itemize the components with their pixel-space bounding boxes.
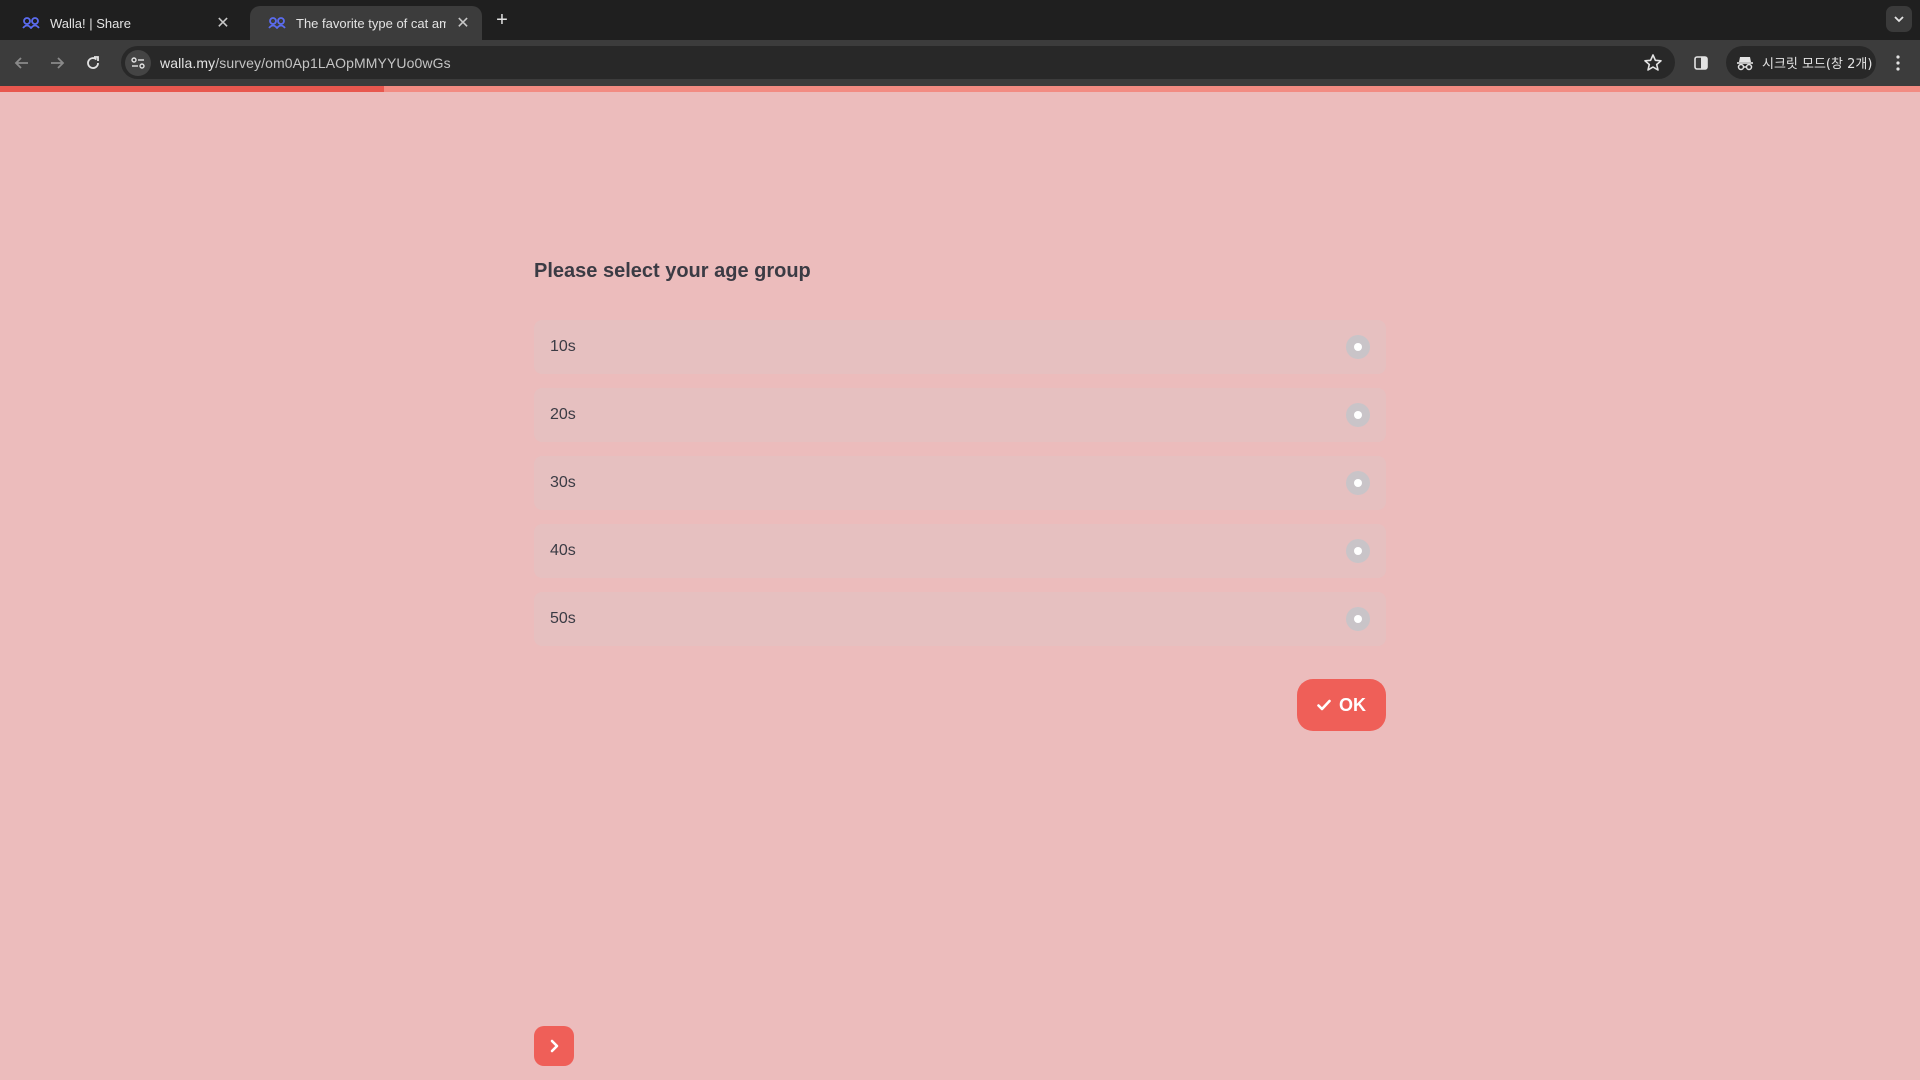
option-10s[interactable]: 10s (534, 320, 1386, 374)
option-40s[interactable]: 40s (534, 524, 1386, 578)
browser-toolbar: walla.my/survey/om0Ap1LAOpMMYYUo0wGs 시크릿… (0, 40, 1920, 86)
survey-progress-bar (0, 86, 1920, 92)
side-panel-icon[interactable] (1689, 51, 1713, 75)
bookmark-star-icon[interactable] (1643, 53, 1663, 73)
check-icon (1317, 699, 1331, 711)
url-path: /survey/om0Ap1LAOpMMYYUo0wGs (215, 54, 451, 71)
tab-walla-share[interactable]: Walla! | Share ✕ (4, 6, 242, 40)
walla-logo-icon (22, 16, 40, 30)
ok-label: OK (1339, 694, 1366, 715)
tab-title: The favorite type of cat amon (296, 15, 446, 31)
option-label: 10s (550, 338, 576, 355)
next-question-button[interactable] (534, 1026, 574, 1066)
tab-survey[interactable]: The favorite type of cat amon ✕ (250, 6, 482, 40)
tab-search-chevron-down-icon[interactable] (1886, 6, 1912, 32)
forward-arrow-icon[interactable] (45, 51, 69, 75)
option-30s[interactable]: 30s (534, 456, 1386, 510)
question-title: Please select your age group (534, 260, 811, 282)
back-arrow-icon[interactable] (10, 51, 34, 75)
tab-title: Walla! | Share (50, 15, 131, 31)
option-50s[interactable]: 50s (534, 592, 1386, 646)
chevron-right-icon (550, 1039, 559, 1053)
close-tab-icon[interactable]: ✕ (214, 14, 232, 32)
incognito-indicator[interactable]: 시크릿 모드(창 2개) (1726, 46, 1876, 79)
url-text: walla.my/survey/om0Ap1LAOpMMYYUo0wGs (160, 55, 451, 71)
option-20s[interactable]: 20s (534, 388, 1386, 442)
menu-kebab-icon[interactable] (1886, 51, 1910, 75)
walla-logo-icon (268, 16, 286, 30)
option-label: 40s (550, 542, 576, 559)
survey-progress-fill (0, 86, 384, 92)
radio-button[interactable] (1346, 471, 1370, 495)
reload-icon[interactable] (81, 51, 105, 75)
radio-button[interactable] (1346, 539, 1370, 563)
radio-button[interactable] (1346, 607, 1370, 631)
radio-button[interactable] (1346, 335, 1370, 359)
radio-button[interactable] (1346, 403, 1370, 427)
browser-tab-strip: Walla! | Share ✕ The favorite type of ca… (0, 0, 1920, 40)
new-tab-icon[interactable]: + (490, 8, 514, 32)
incognito-label: 시크릿 모드(창 2개) (1762, 57, 1873, 72)
close-tab-icon[interactable]: ✕ (454, 14, 472, 32)
incognito-icon (1737, 56, 1753, 70)
answer-options: 10s 20s 30s 40s 50s (534, 320, 1386, 660)
site-settings-icon[interactable] (125, 49, 151, 76)
option-label: 30s (550, 474, 576, 491)
option-label: 20s (550, 406, 576, 423)
address-bar[interactable]: walla.my/survey/om0Ap1LAOpMMYYUo0wGs (121, 46, 1675, 79)
option-label: 50s (550, 610, 576, 627)
ok-button[interactable]: OK (1297, 679, 1386, 731)
url-domain: walla.my (160, 54, 216, 71)
